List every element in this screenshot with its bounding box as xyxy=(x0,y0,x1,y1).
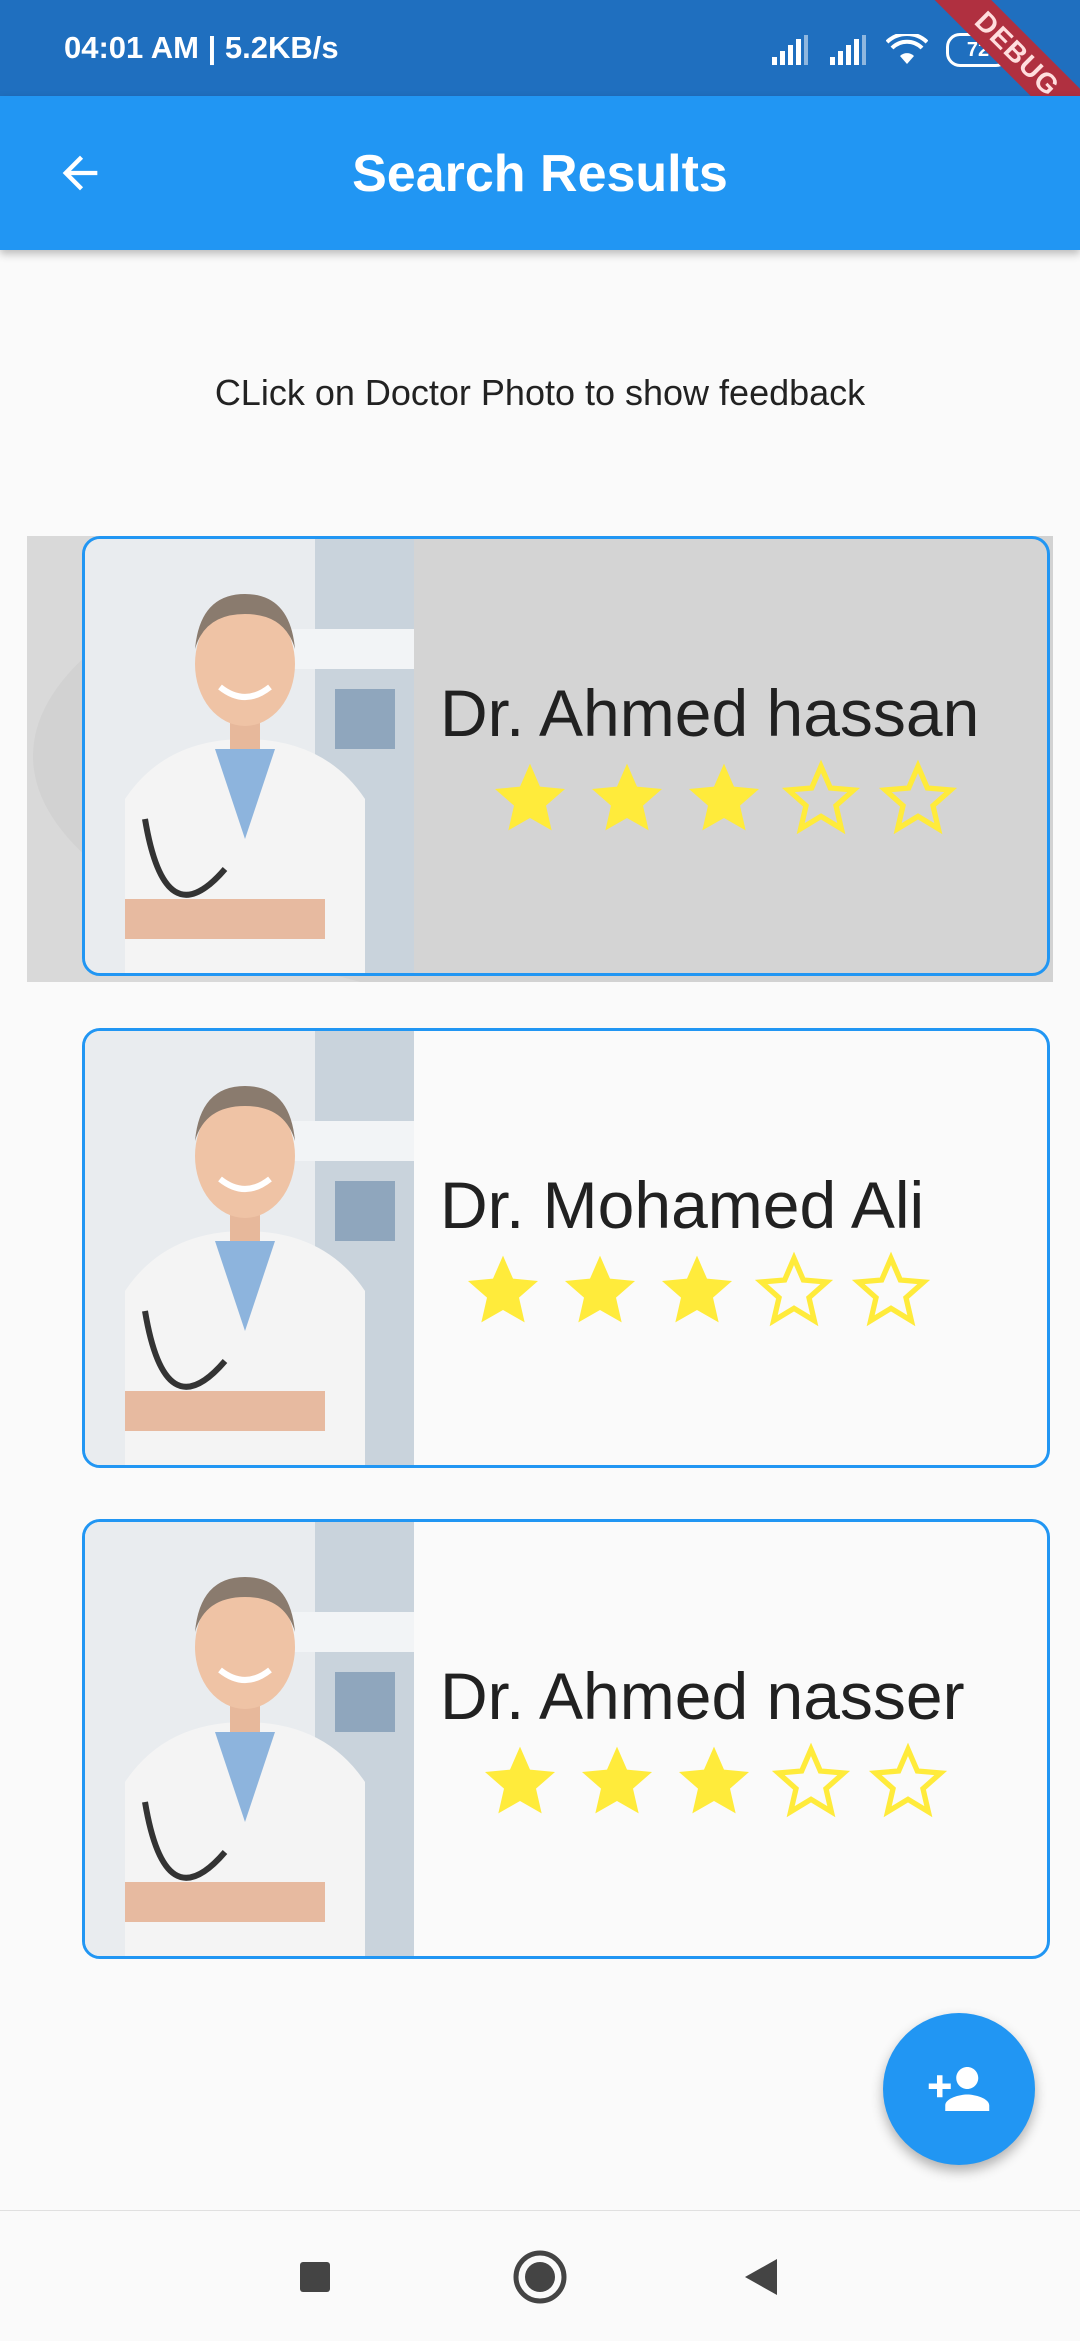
star-filled-icon xyxy=(674,1740,754,1820)
status-time: 04:01 AM | 5.2KB/s xyxy=(64,30,339,65)
star-outline-icon xyxy=(878,757,958,837)
recents-button[interactable] xyxy=(285,2247,345,2307)
star-outline-icon xyxy=(851,1249,931,1329)
doctor-name: Dr. Ahmed nasser xyxy=(440,1659,965,1733)
star-outline-icon xyxy=(754,1249,834,1329)
back-triangle-icon xyxy=(745,2259,777,2295)
star-filled-icon xyxy=(560,1249,640,1329)
doctor-photo-image xyxy=(85,1031,414,1465)
add-doctor-fab[interactable] xyxy=(883,2013,1035,2165)
rating-stars xyxy=(490,757,958,837)
doctor-name: Dr. Mohamed Ali xyxy=(440,1168,925,1242)
system-nav-bar xyxy=(0,2210,1080,2341)
star-filled-icon xyxy=(480,1740,560,1820)
wifi-icon xyxy=(886,34,928,64)
status-bar: 04:01 AM | 5.2KB/s 72 DEBUG xyxy=(0,0,1080,96)
star-outline-icon xyxy=(771,1740,851,1820)
nav-back-button[interactable] xyxy=(730,2247,790,2307)
rating-stars xyxy=(480,1740,948,1820)
doctor-photo-image xyxy=(85,539,414,973)
doctor-photo[interactable] xyxy=(85,1031,414,1465)
hint-text: CLick on Doctor Photo to show feedback xyxy=(214,372,866,413)
rating-stars xyxy=(463,1249,931,1329)
doctor-card[interactable]: Dr. Ahmed nasser xyxy=(82,1519,1050,1959)
app-bar: Search Results xyxy=(0,96,1080,250)
signal-icon-2 xyxy=(830,35,866,65)
star-filled-icon xyxy=(684,757,764,837)
star-filled-icon xyxy=(577,1740,657,1820)
star-filled-icon xyxy=(490,757,570,837)
doctor-photo[interactable] xyxy=(85,1522,414,1956)
star-filled-icon xyxy=(657,1249,737,1329)
page-title: Search Results xyxy=(352,145,728,203)
home-circle-icon xyxy=(513,2250,567,2304)
star-outline-icon xyxy=(781,757,861,837)
doctor-card[interactable]: Dr. Mohamed Ali xyxy=(82,1028,1050,1468)
home-button[interactable] xyxy=(510,2247,570,2307)
star-filled-icon xyxy=(463,1249,543,1329)
doctor-card[interactable]: Dr. Ahmed hassan xyxy=(82,536,1050,976)
add-person-icon xyxy=(928,2067,990,2111)
doctor-photo-image xyxy=(85,1522,414,1956)
doctor-photo[interactable] xyxy=(85,539,414,973)
doctor-name: Dr. Ahmed hassan xyxy=(440,676,980,750)
star-filled-icon xyxy=(587,757,667,837)
signal-icon xyxy=(772,35,808,65)
star-outline-icon xyxy=(868,1740,948,1820)
recents-square-icon xyxy=(300,2262,330,2292)
